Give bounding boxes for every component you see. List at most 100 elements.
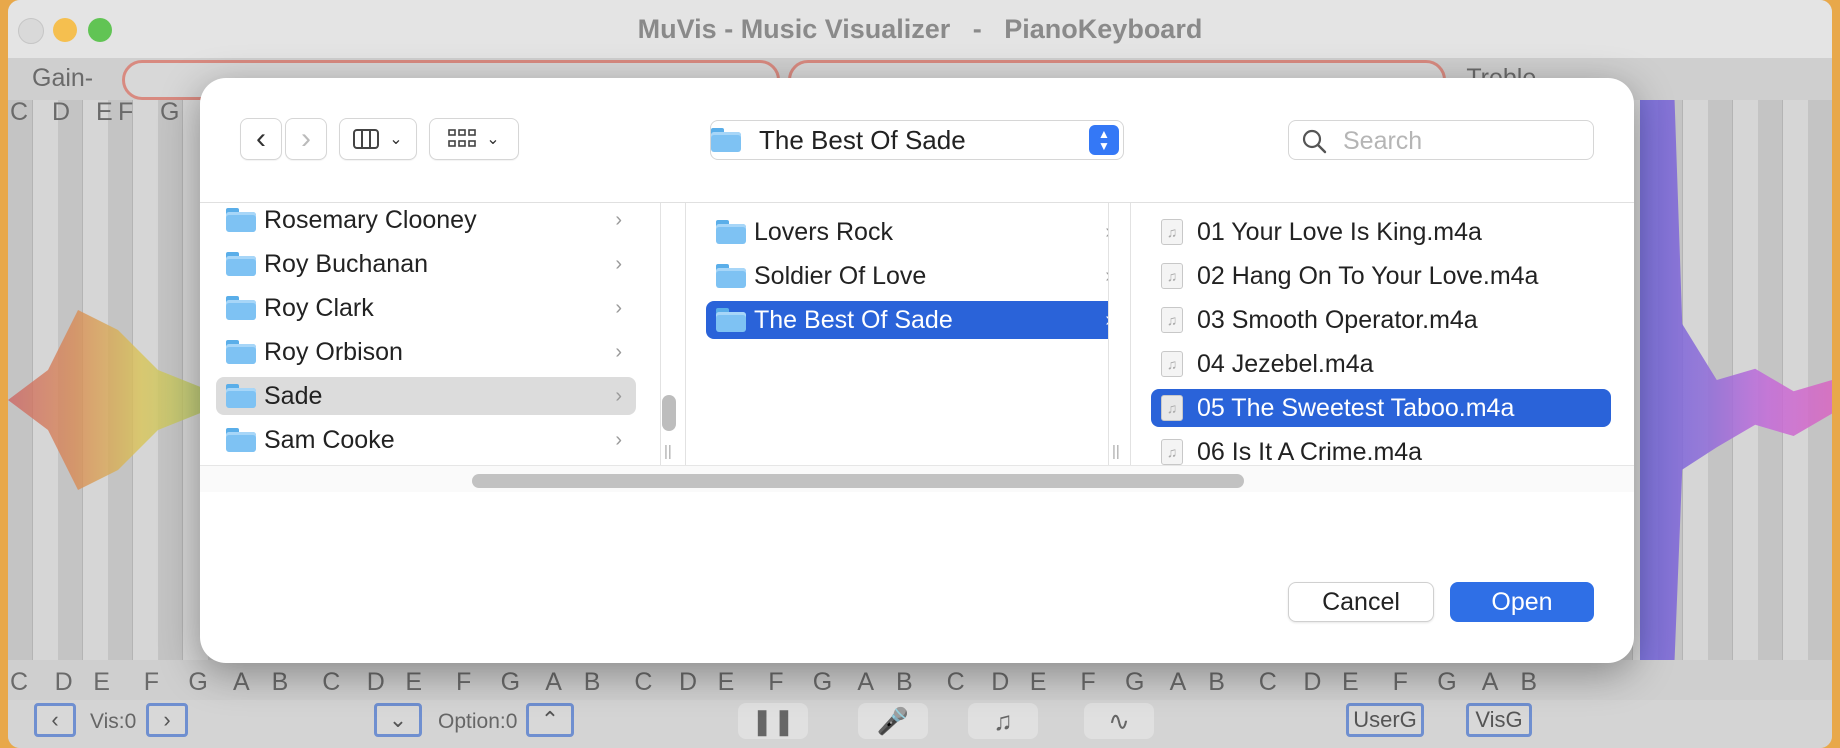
- note-label: E: [1342, 668, 1359, 696]
- folder-icon: [716, 308, 746, 332]
- folder-row[interactable]: Soldier Of Love›: [706, 257, 1108, 295]
- chevron-right-icon: ›: [301, 122, 311, 155]
- browser-column-albums: Lovers Rock› Soldier Of Love› The Best Of …: [686, 203, 1108, 465]
- vertical-scrollbar[interactable]: [662, 395, 676, 431]
- folder-icon: [226, 296, 256, 320]
- row-label: Roy Clark: [264, 293, 374, 322]
- chevron-right-icon: ›: [615, 252, 622, 275]
- row-label: Rosemary Clooney: [264, 205, 477, 234]
- search-field[interactable]: [1288, 120, 1594, 160]
- row-label: 05 The Sweetest Taboo.m4a: [1197, 393, 1515, 422]
- note-label: F: [1392, 668, 1408, 696]
- horizontal-scrollbar[interactable]: [200, 465, 1634, 492]
- audio-file-icon: ♫: [1161, 219, 1183, 245]
- audio-file-icon: ♫: [1161, 351, 1183, 377]
- note-label: E: [93, 668, 110, 696]
- file-row[interactable]: ♫ 03 Smooth Operator.m4a: [1151, 301, 1611, 339]
- row-label: 06 Is It A Crime.m4a: [1197, 437, 1423, 466]
- search-input[interactable]: [1341, 125, 1585, 157]
- visg-button[interactable]: VisG: [1466, 703, 1532, 737]
- note-label: G: [812, 668, 833, 696]
- file-row[interactable]: ♫ 01 Your Love Is King.m4a: [1151, 213, 1611, 251]
- previous-vis-button[interactable]: ‹: [34, 703, 76, 737]
- file-row[interactable]: ♫ 04 Jezebel.m4a: [1151, 345, 1611, 383]
- chevron-left-icon: ‹: [256, 122, 266, 155]
- columns-view-icon: [353, 129, 380, 149]
- browser-column-tracks: ♫ 01 Your Love Is King.m4a ♫ 02 Hang On To …: [1131, 203, 1634, 465]
- location-popup[interactable]: The Best Of Sade ▲ ▼: [710, 120, 1124, 160]
- option-up-button[interactable]: ⌃: [526, 703, 574, 737]
- group-by-button[interactable]: ⌄: [429, 118, 519, 160]
- waveform-button[interactable]: ∿: [1084, 703, 1154, 739]
- folder-icon: [716, 264, 746, 288]
- horizontal-scroll-thumb[interactable]: [472, 474, 1244, 488]
- column-resize-handle[interactable]: ||: [1112, 443, 1120, 460]
- forward-button[interactable]: ›: [285, 118, 327, 160]
- note-label: F: [118, 98, 134, 126]
- pause-button[interactable]: ❚❚: [738, 703, 808, 739]
- note-label: D: [991, 668, 1010, 696]
- title-bar: MuVis - Music Visualizer - PianoKeyboard: [8, 0, 1832, 58]
- folder-row[interactable]: Lovers Rock›: [706, 213, 1108, 251]
- folder-row[interactable]: Roy Orbison ›: [216, 333, 636, 371]
- note-label: B: [1520, 668, 1538, 696]
- column-resize-handle[interactable]: ||: [664, 443, 672, 460]
- open-button[interactable]: Open: [1450, 582, 1594, 622]
- microphone-button[interactable]: 🎤: [858, 703, 928, 739]
- row-label: Roy Orbison: [264, 337, 403, 366]
- music-playlist-button[interactable]: ♫: [968, 703, 1038, 739]
- back-button[interactable]: ‹: [240, 118, 282, 160]
- window-title: MuVis - Music Visualizer - PianoKeyboard: [637, 14, 1203, 44]
- note-label: C: [634, 668, 653, 696]
- vis-label: Vis:0: [90, 710, 137, 733]
- chevron-right-icon: ›: [615, 340, 622, 363]
- folder-icon: [226, 428, 256, 452]
- audio-file-icon: ♫: [1161, 263, 1183, 289]
- updown-chevron-icon: ▲ ▼: [1089, 125, 1119, 155]
- folder-icon: [226, 252, 256, 276]
- userg-button[interactable]: UserG: [1346, 703, 1424, 737]
- cancel-button[interactable]: Cancel: [1288, 582, 1434, 622]
- note-label: C: [10, 98, 29, 126]
- note-label: A: [1481, 668, 1499, 696]
- note-label: B: [1208, 668, 1225, 696]
- row-label: 04 Jezebel.m4a: [1197, 349, 1374, 378]
- note-label: A: [233, 668, 250, 696]
- folder-icon: [226, 340, 256, 364]
- note-label: D: [366, 668, 385, 696]
- folder-row[interactable]: Roy Clark ›: [216, 289, 636, 327]
- note-label: G: [500, 668, 521, 696]
- folder-row[interactable]: Roy Buchanan ›: [216, 245, 636, 283]
- browser-column-artists: Rosemary Clooney › Roy Buchanan › Roy Clark ›…: [200, 203, 660, 465]
- option-down-button[interactable]: ⌄: [374, 703, 422, 737]
- folder-icon: [226, 208, 256, 232]
- note-label: D: [54, 668, 73, 696]
- note-label: C: [10, 668, 29, 696]
- note-label: G: [188, 668, 208, 696]
- chevron-right-icon: ›: [615, 208, 622, 231]
- note-label: F: [143, 668, 160, 696]
- note-label: C: [1258, 668, 1277, 696]
- file-row[interactable]: ♫ 06 Is It A Crime.m4a: [1151, 433, 1611, 465]
- view-mode-button[interactable]: ⌄: [339, 118, 417, 160]
- note-label: B: [896, 668, 913, 696]
- folder-icon: [711, 128, 741, 152]
- column-browser: Rosemary Clooney › Roy Buchanan › Roy Clark ›…: [200, 202, 1634, 492]
- location-label: The Best Of Sade: [759, 124, 966, 155]
- folder-row[interactable]: Sam Cooke ›: [216, 421, 636, 459]
- folder-row[interactable]: Sade ›: [216, 377, 636, 415]
- folder-row[interactable]: The Best Of Sade›: [706, 301, 1108, 339]
- audio-file-icon: ♫: [1161, 395, 1183, 421]
- folder-icon: [226, 384, 256, 408]
- folder-row[interactable]: Rosemary Clooney ›: [216, 203, 636, 239]
- note-label: F: [768, 668, 784, 696]
- note-label: D: [679, 668, 698, 696]
- audio-file-icon: ♫: [1161, 439, 1183, 465]
- row-label: 01 Your Love Is King.m4a: [1197, 217, 1482, 246]
- file-row[interactable]: ♫ 02 Hang On To Your Love.m4a: [1151, 257, 1611, 295]
- row-label: Sam Cooke: [264, 425, 395, 454]
- file-row[interactable]: ♫ 05 The Sweetest Taboo.m4a: [1151, 389, 1611, 427]
- chevron-down-icon: ⌄: [486, 131, 500, 148]
- next-vis-button[interactable]: ›: [146, 703, 188, 737]
- note-label: F: [456, 668, 472, 696]
